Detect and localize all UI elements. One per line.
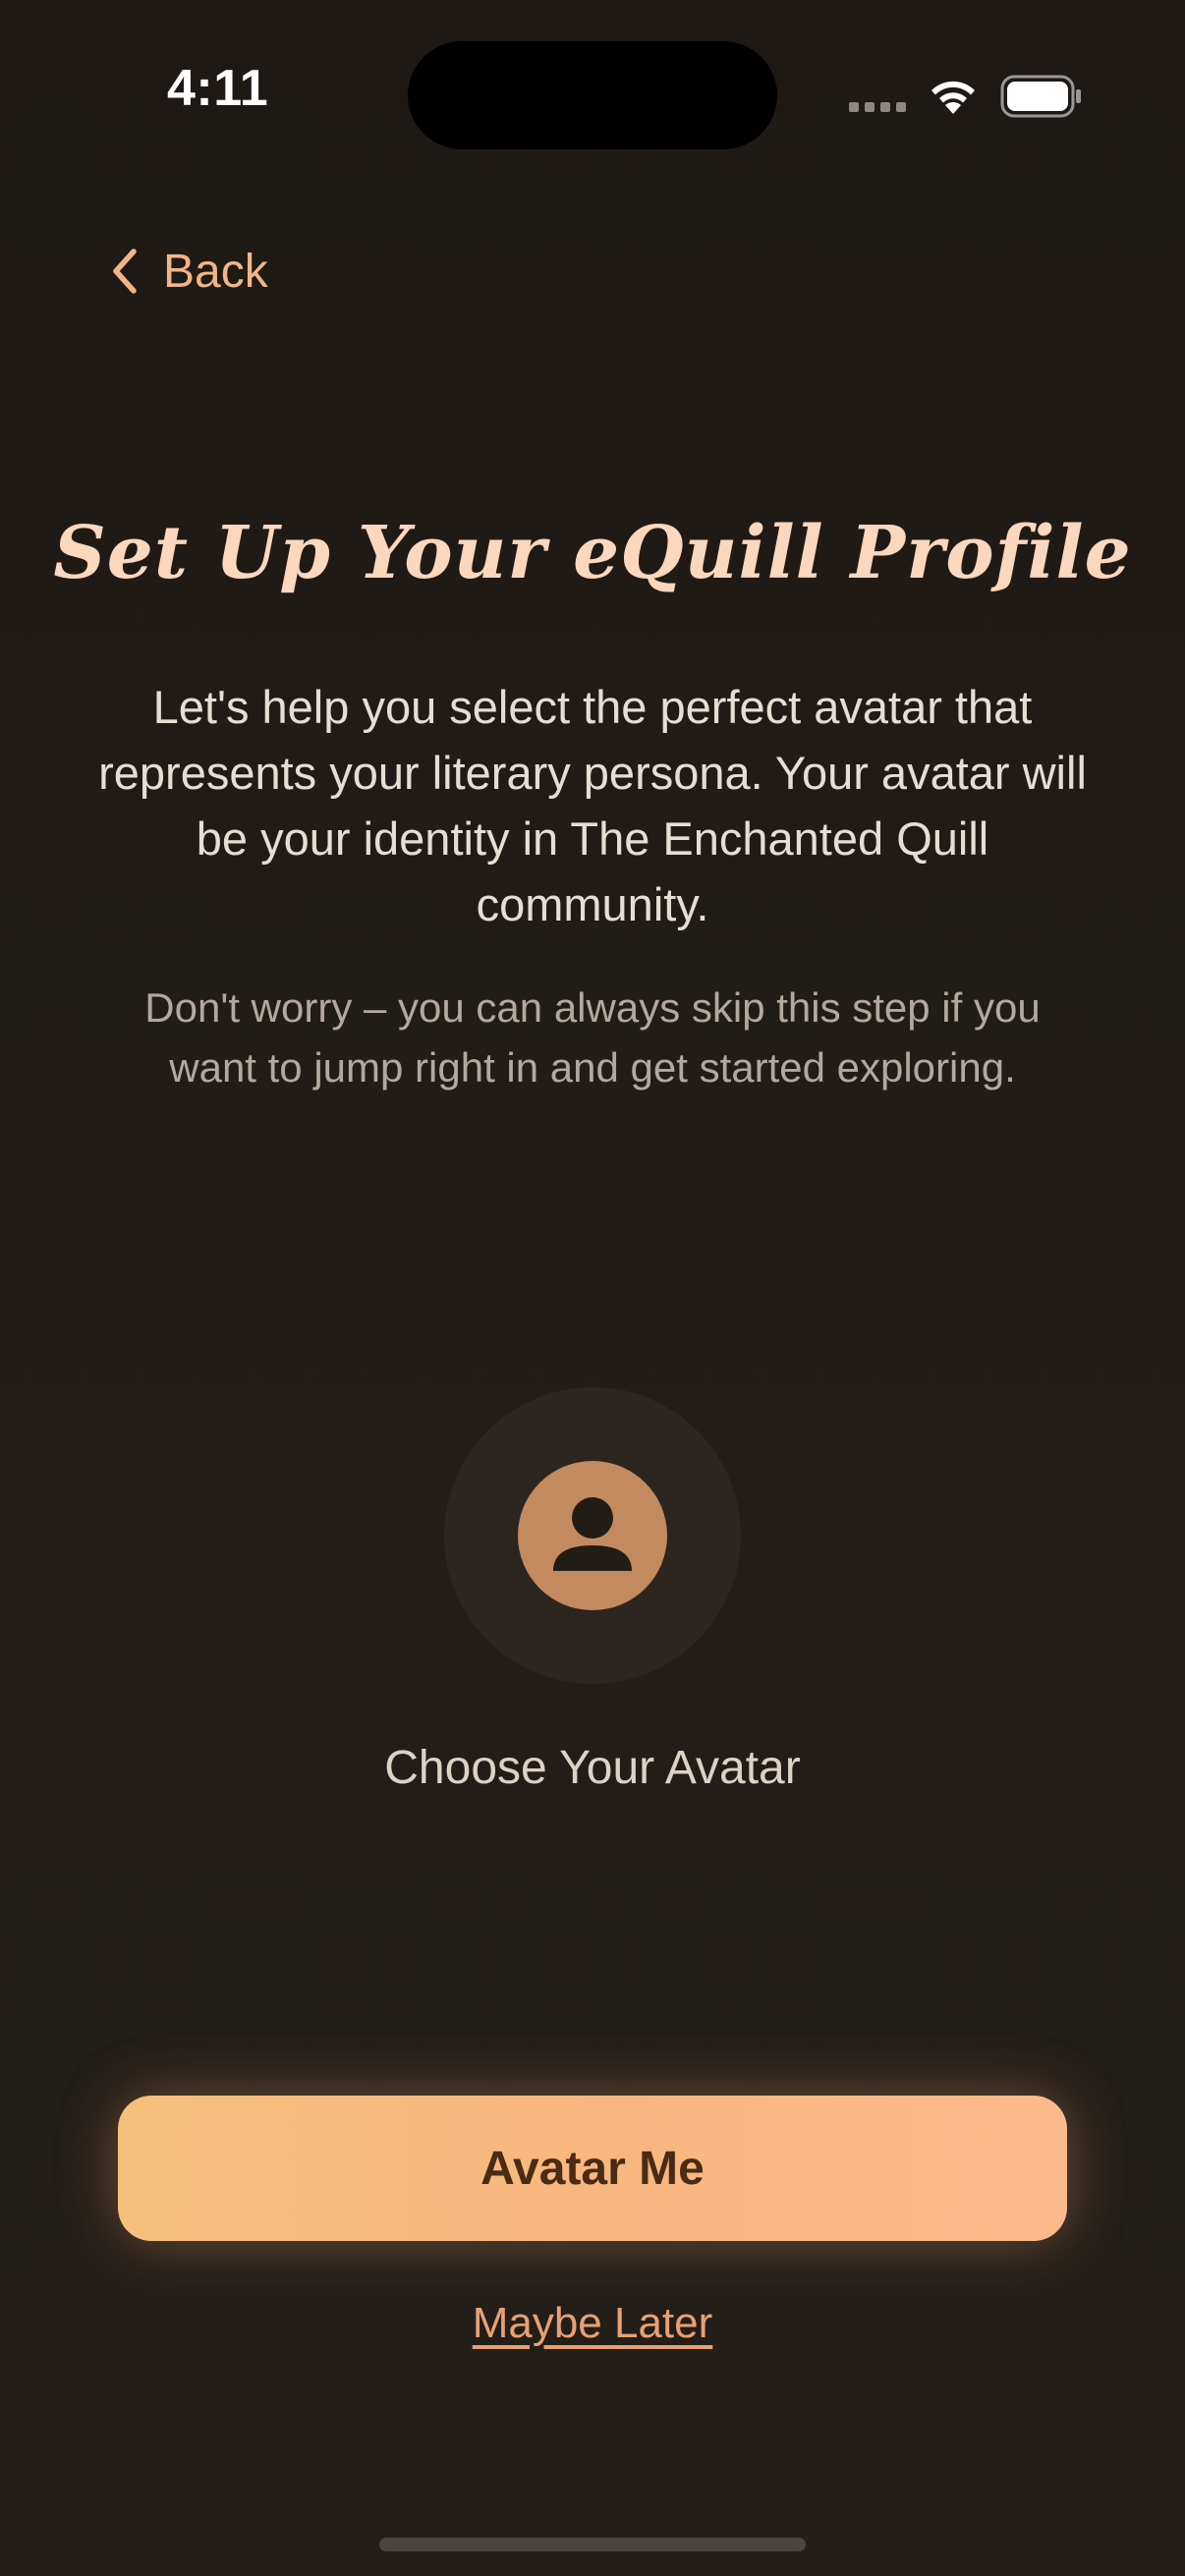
battery-icon [1000, 75, 1081, 118]
avatar-me-button[interactable]: Avatar Me [118, 2096, 1067, 2241]
status-time: 4:11 [167, 60, 269, 117]
cellular-signal-icon [849, 102, 908, 116]
status-bar: 4:11 [0, 0, 1185, 196]
skip-note: Don't worry – you can always skip this s… [144, 984, 1041, 1091]
avatar-caption: Choose Your Avatar [384, 1742, 801, 1794]
maybe-later-link[interactable]: Maybe Later [0, 2299, 1185, 2348]
avatar-picker[interactable] [444, 1387, 741, 1684]
chevron-left-icon [113, 249, 137, 294]
avatar-me-button-label: Avatar Me [480, 2142, 705, 2195]
dynamic-island [408, 41, 777, 149]
page-title: Set Up Your eQuill Profile [53, 511, 1132, 595]
home-indicator[interactable] [379, 2538, 806, 2551]
person-placeholder-icon [518, 1461, 667, 1610]
wifi-icon [931, 81, 975, 114]
intro-text: Let's help you select the perfect avatar… [98, 681, 1087, 930]
back-label: Back [163, 245, 268, 298]
back-button[interactable]: Back [110, 236, 268, 307]
